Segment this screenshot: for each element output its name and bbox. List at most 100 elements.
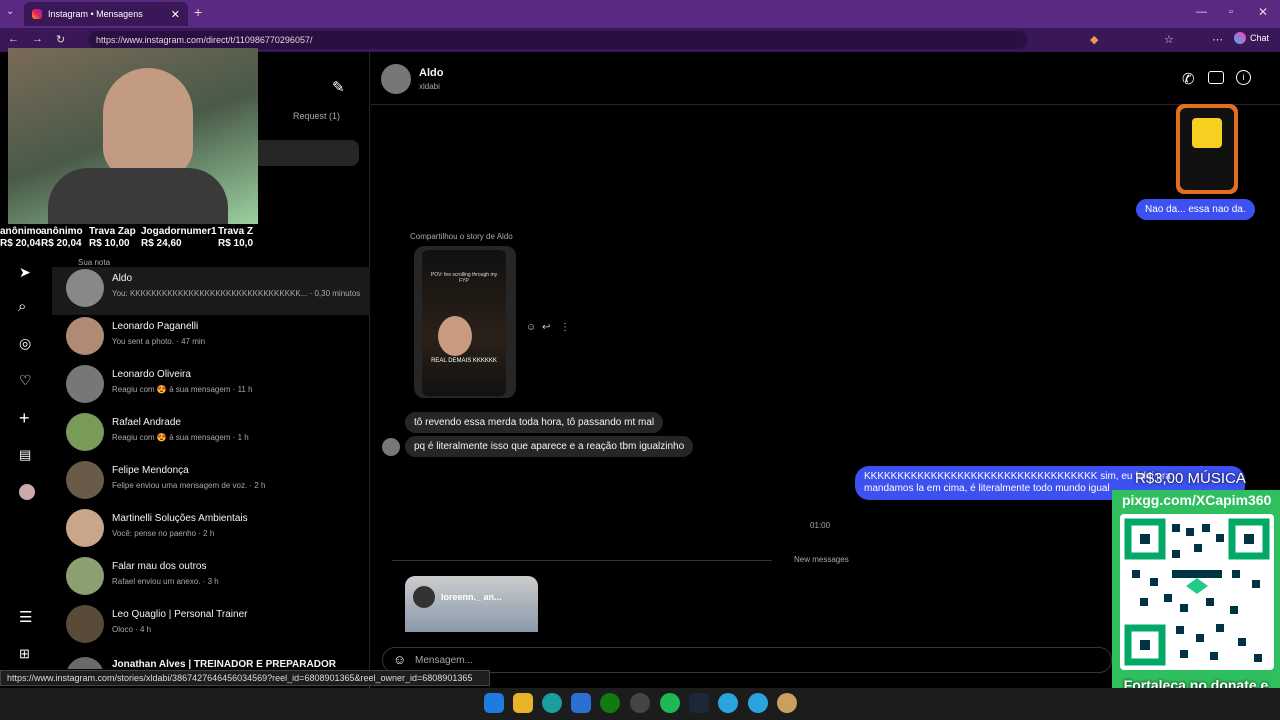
copilot-icon	[1234, 32, 1246, 44]
spotify-icon[interactable]	[660, 693, 680, 713]
browser-titlebar: ⌄ Instagram • Mensagens ✕ + — ▫ ✕	[0, 0, 1280, 28]
donor-name: Trava Zap	[89, 226, 136, 237]
conversation-name: Martinelli Soluções Ambientais	[112, 513, 248, 524]
shared-image-message[interactable]	[1176, 104, 1238, 194]
story-face	[438, 316, 472, 356]
app-icon[interactable]	[571, 693, 591, 713]
message-composer[interactable]: ☺ Mensagem...	[382, 647, 1112, 673]
conversation-name: Leonardo Oliveira	[112, 369, 191, 380]
conversation-preview: Reagiu com 😍 à sua mensagem · 11 h	[112, 385, 253, 394]
search-icon[interactable]: ⌕	[18, 298, 26, 315]
compose-icon[interactable]: ✎	[332, 78, 345, 96]
shared-story-card[interactable]: POV: fee scrolling through my FYP REAL D…	[414, 246, 516, 398]
conversation-preview: You: KKKKKKKKKKKKKKKKKKKKKKKKKKKKKKKK...…	[112, 289, 361, 298]
webcam-person	[103, 68, 193, 178]
qr-code	[1120, 514, 1274, 670]
steam-icon[interactable]	[689, 693, 709, 713]
video-call-icon[interactable]	[1208, 71, 1224, 84]
timestamp: 01:00	[810, 521, 831, 530]
more-options-icon[interactable]: ⋮	[560, 322, 570, 333]
tab-instagram[interactable]: Instagram • Mensagens ✕	[24, 2, 188, 26]
react-emoji-icon[interactable]: ☺	[526, 322, 536, 333]
conversation-item[interactable]: Jonathan Alves | TREINADOR E PREPARADOR …	[66, 653, 356, 669]
reply-icon[interactable]: ↩	[542, 322, 550, 333]
telegram-icon[interactable]	[748, 693, 768, 713]
menu-icon[interactable]: ☰	[19, 608, 32, 626]
conversation-item[interactable]: Rafael Andrade Reagiu com 😍 à sua mensag…	[66, 413, 356, 461]
xbox-icon[interactable]	[600, 693, 620, 713]
more-icon[interactable]: ⋯	[1212, 33, 1223, 46]
close-window-icon[interactable]: ✕	[1258, 5, 1268, 19]
telegram-icon[interactable]	[718, 693, 738, 713]
donor-amount: R$ 10,0	[218, 238, 254, 249]
tab-menu-chevron-icon[interactable]: ⌄	[6, 6, 14, 17]
requests-tab[interactable]: Request (1)	[293, 111, 340, 121]
app-icon[interactable]	[777, 693, 797, 713]
obs-icon[interactable]	[630, 693, 650, 713]
chat-username: xldabi	[419, 82, 440, 91]
conversation-preview: Você: pense no paenho · 2 h	[112, 529, 215, 538]
chat-label: Chat	[1250, 33, 1270, 43]
new-tab-icon[interactable]: +	[194, 4, 202, 20]
composer-placeholder: Mensagem...	[415, 655, 473, 666]
meta-apps-icon[interactable]: ⊞	[19, 646, 30, 662]
conversation-item[interactable]: Leonardo Oliveira Reagiu com 😍 à sua men…	[66, 365, 356, 413]
conversation-name: Aldo	[112, 273, 133, 284]
outgoing-message[interactable]: Nao da... essa nao da.	[1136, 199, 1255, 220]
conversation-item[interactable]: Falar mau dos outros Rafael enviou um an…	[66, 557, 356, 605]
qr-code-graphic	[1124, 518, 1270, 666]
info-icon[interactable]: i	[1236, 70, 1251, 85]
chat-avatar[interactable]	[381, 64, 411, 94]
notifications-heart-icon[interactable]: ♡	[19, 372, 32, 389]
instagram-icon	[32, 9, 42, 19]
conversation-item[interactable]: Aldo You: KKKKKKKKKKKKKKKKKKKKKKKKKKKKKK…	[66, 269, 360, 317]
avatar	[66, 365, 104, 403]
messages-icon[interactable]: ➤	[19, 264, 31, 281]
emoji-icon[interactable]: ☺	[393, 652, 406, 667]
edge-icon[interactable]	[542, 693, 562, 713]
conversation-item[interactable]: Felipe Mendonça Felipe enviou uma mensag…	[66, 461, 356, 509]
explore-icon[interactable]: ◎	[19, 335, 31, 352]
incoming-message[interactable]: tô revendo essa merda toda hora, tô pass…	[405, 412, 664, 433]
close-tab-icon[interactable]: ✕	[171, 8, 180, 21]
story-share-label: Compartilhou o story de Aldo	[410, 232, 513, 241]
incoming-message[interactable]: pq é literalmente isso que aparece e a r…	[405, 436, 694, 457]
conversation-preview: Oloco · 4 h	[112, 625, 152, 634]
copilot-chat-button[interactable]: Chat	[1234, 32, 1269, 44]
donor-ticker: anônimo R$ 20,04 anônimo R$ 20,04 Trava …	[0, 224, 258, 252]
address-input[interactable]: https://www.instagram.com/direct/t/11098…	[88, 31, 1028, 49]
story-preview: POV: fee scrolling through my FYP REAL D…	[422, 250, 506, 396]
avatar	[66, 557, 104, 595]
donor-name: anônimo	[41, 226, 83, 237]
search-field[interactable]	[252, 140, 359, 166]
tab-title: Instagram • Mensagens	[48, 9, 143, 19]
conversation-item[interactable]: Martinelli Soluções Ambientais Você: pen…	[66, 509, 356, 557]
create-plus-icon[interactable]: +	[19, 408, 30, 429]
avatar	[66, 269, 104, 307]
avatar	[66, 413, 104, 451]
chat-name[interactable]: Aldo	[419, 67, 443, 79]
extension-icon[interactable]: ◆	[1090, 33, 1098, 46]
start-icon[interactable]	[484, 693, 504, 713]
forward-icon[interactable]: →	[32, 33, 43, 45]
conversation-item[interactable]: Leonardo Paganelli You sent a photo. · 4…	[66, 317, 356, 365]
refresh-icon[interactable]: ↻	[56, 33, 65, 46]
back-icon[interactable]: ←	[8, 33, 19, 45]
note-label: Sua nota	[78, 258, 111, 267]
file-explorer-icon[interactable]	[513, 693, 533, 713]
avatar	[66, 509, 104, 547]
phone-call-icon[interactable]: ✆	[1182, 70, 1195, 88]
conversation-item[interactable]: Leo Quaglio | Personal Trainer Oloco · 4…	[66, 605, 356, 653]
conversation-name: Leo Quaglio | Personal Trainer	[112, 609, 248, 620]
donor-amount: R$ 10,00	[89, 238, 130, 249]
dashboard-icon[interactable]: ▤	[19, 447, 31, 463]
new-messages-divider: New messages	[794, 555, 849, 564]
reel-message[interactable]: loreenn._ an...	[405, 576, 538, 632]
maximize-icon[interactable]: ▫	[1229, 6, 1233, 18]
conversation-name: Falar mau dos outros	[112, 561, 207, 572]
minimize-icon[interactable]: —	[1196, 6, 1207, 18]
story-caption-bottom: REAL DEMAIS KKKKKK	[431, 358, 497, 364]
profile-avatar[interactable]	[19, 484, 35, 500]
music-price-label: R$3,00 MÚSICA	[1135, 470, 1246, 487]
favorites-icon[interactable]: ☆	[1164, 33, 1174, 46]
